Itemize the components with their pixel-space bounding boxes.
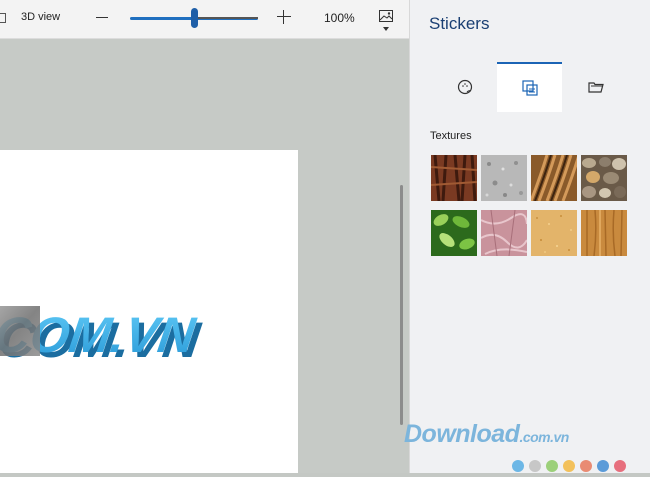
folder-icon <box>587 82 604 93</box>
texture-pebbles[interactable] <box>581 155 627 201</box>
texture-pink-marble[interactable] <box>481 210 527 256</box>
tab-stickers[interactable] <box>432 62 497 112</box>
toolbar: 3D view 100% <box>0 0 409 39</box>
tab-textures[interactable] <box>497 62 562 112</box>
watermark-text: Download <box>404 420 520 448</box>
stickers-panel: Stickers Textures <box>409 0 650 473</box>
tab-folder[interactable] <box>563 62 628 112</box>
texture-icon <box>521 80 538 96</box>
zoom-in-icon[interactable] <box>277 10 291 24</box>
brush-tool-edge-icon[interactable] <box>0 13 6 23</box>
stone-texture-overlay <box>0 306 40 356</box>
watermark-dot <box>597 460 609 472</box>
watermark-dot <box>563 460 575 472</box>
zoom-out-icon[interactable] <box>96 17 108 18</box>
texture-wood[interactable] <box>581 210 627 256</box>
panel-title: Stickers <box>429 14 490 33</box>
zoom-slider-thumb[interactable] <box>191 8 198 28</box>
watermark-dot <box>512 460 524 472</box>
canvas-3d-text[interactable]: COM.VN COM.VN <box>0 296 216 366</box>
watermark-dot <box>529 460 541 472</box>
sticker-tabs <box>432 62 628 112</box>
texture-hair[interactable] <box>531 155 577 201</box>
watermark-suffix: .com.vn <box>519 429 569 445</box>
zoom-slider-remaining <box>196 17 258 19</box>
sticker-icon <box>457 79 472 95</box>
chevron-down-icon[interactable] <box>383 27 389 31</box>
vertical-scrollbar[interactable] <box>400 185 403 425</box>
watermark: Download.com.vn <box>404 420 569 449</box>
texture-granite[interactable] <box>481 155 527 201</box>
watermark-dots <box>512 459 631 477</box>
section-label-textures: Textures <box>430 130 472 142</box>
watermark-dot <box>580 460 592 472</box>
watermark-dot <box>546 460 558 472</box>
texture-sand[interactable] <box>531 210 577 256</box>
texture-leaves[interactable] <box>431 210 477 256</box>
image-icon[interactable] <box>379 10 393 22</box>
texture-bark[interactable] <box>431 155 477 201</box>
zoom-level: 100% <box>324 11 355 25</box>
watermark-dot <box>614 460 626 472</box>
3d-view-button[interactable]: 3D view <box>21 11 60 23</box>
